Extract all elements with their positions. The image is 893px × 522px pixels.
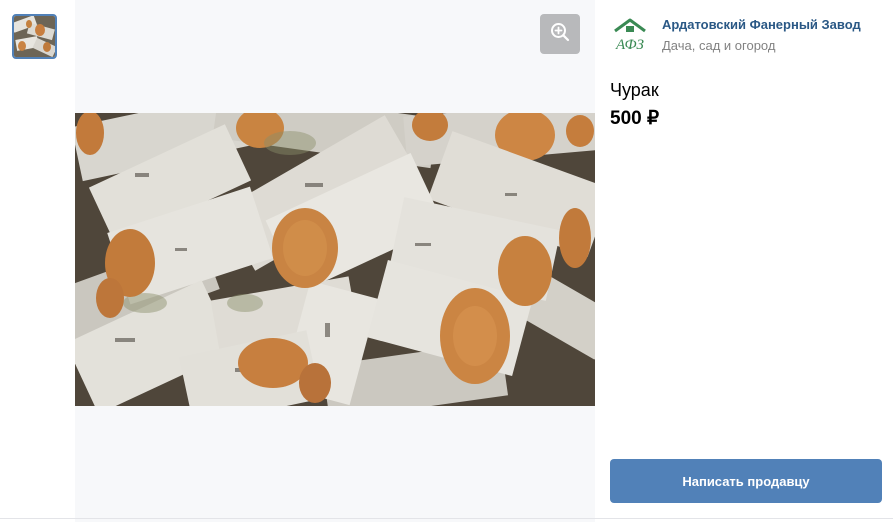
- seller-category: Дача, сад и огород: [662, 38, 776, 53]
- product-price: 500 ₽: [610, 108, 660, 129]
- bottom-divider: [0, 518, 893, 519]
- seller-name-link[interactable]: Ардатовский Фанерный Завод: [662, 17, 861, 32]
- product-title: Чурак: [610, 80, 659, 100]
- product-photo: [75, 113, 595, 406]
- zoom-in-icon: [550, 22, 570, 47]
- afz-logo-icon: АФЗ: [614, 18, 646, 53]
- product-info-panel: АФЗ Ардатовский Фанерный Завод Дача, сад…: [595, 0, 893, 522]
- photo-thumbnail[interactable]: [12, 14, 57, 59]
- seller-logo[interactable]: АФЗ: [611, 17, 649, 53]
- thumbnail-strip: [0, 0, 75, 522]
- zoom-button[interactable]: [540, 14, 580, 54]
- photo-viewer: [75, 0, 595, 522]
- contact-seller-button[interactable]: Написать продавцу: [610, 459, 882, 503]
- svg-text:АФЗ: АФЗ: [615, 37, 644, 53]
- thumbnail-image: [14, 16, 55, 57]
